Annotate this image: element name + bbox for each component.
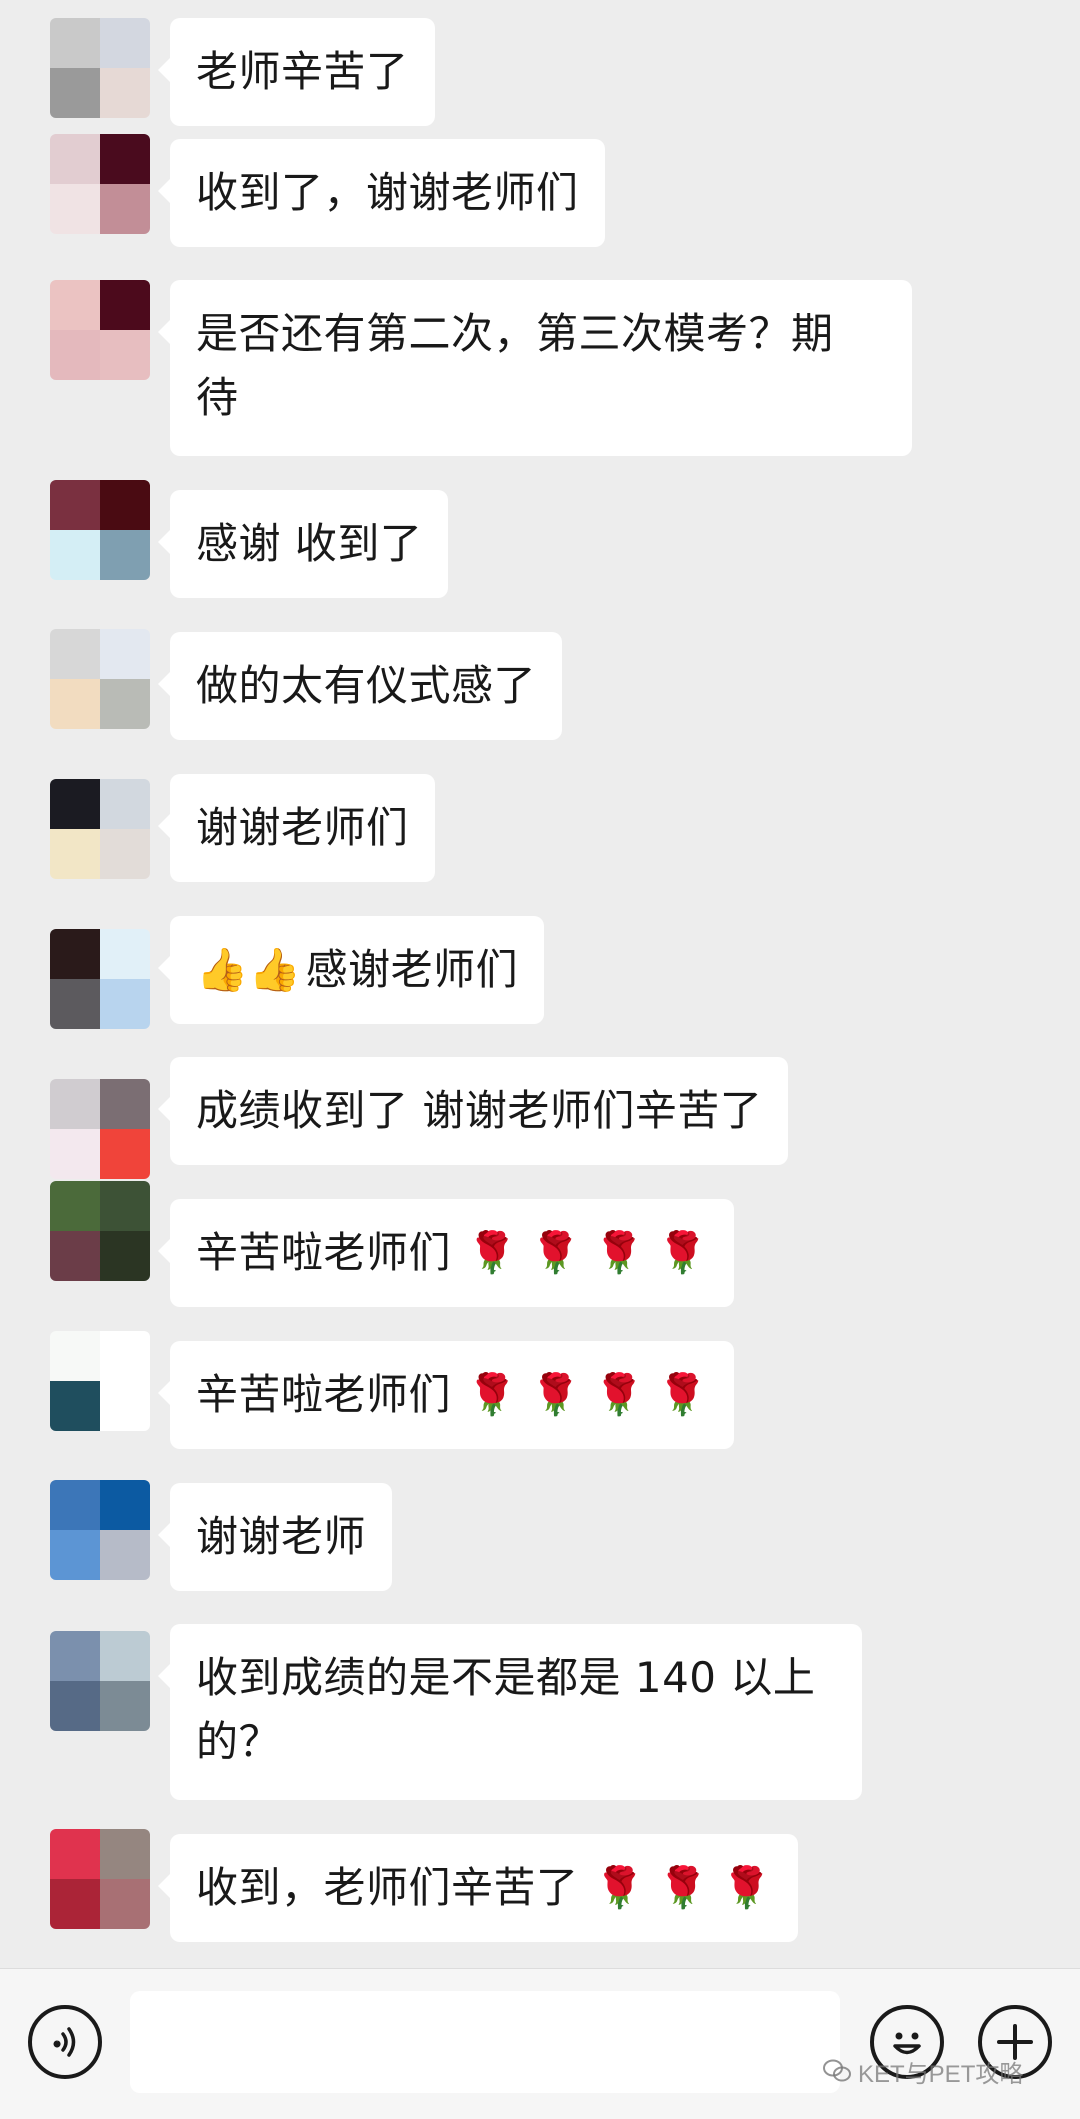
voice-icon xyxy=(53,2027,76,2057)
message-bubble[interactable]: 谢谢老师 xyxy=(157,1483,393,1591)
avatar[interactable] xyxy=(50,1829,150,1929)
avatar[interactable] xyxy=(50,929,150,1029)
wechat-logo-icon xyxy=(823,2059,851,2082)
message-bubble[interactable]: 老师辛苦了 xyxy=(158,18,435,126)
message-bubble[interactable]: 谢谢老师们 xyxy=(158,774,435,882)
message-bubble[interactable]: 是否还有第二次，第三次模考？期 待 xyxy=(158,280,912,456)
message-text: 成绩收到了 谢谢老师们辛苦了 xyxy=(196,1086,763,1135)
message-input[interactable] xyxy=(130,1991,840,2093)
message-bubble[interactable]: 收到成绩的是不是都是 140 以上 的？ xyxy=(158,1624,862,1800)
avatar[interactable] xyxy=(50,629,150,729)
message-bubble[interactable]: 感谢 收到了 xyxy=(157,490,449,598)
message-bubble[interactable]: 👍👍 感谢老师们 xyxy=(157,916,545,1024)
message-bubble[interactable]: 辛苦啦老师们 🌹 🌹 🌹 🌹 xyxy=(158,1199,734,1307)
message-bubble[interactable]: 收到了，谢谢老师们 xyxy=(158,139,605,247)
chat-area[interactable]: 老师辛苦了 收到了，谢谢老师们 是否还有第二次，第三次模考？期 待 感谢 收到了… xyxy=(0,0,1080,1968)
message-text-line: 的？ xyxy=(196,1717,282,1766)
message-bubble[interactable]: 收到，老师们辛苦了 🌹 🌹 🌹 xyxy=(158,1834,798,1942)
avatar[interactable] xyxy=(50,779,150,879)
avatar[interactable] xyxy=(50,280,150,380)
avatar[interactable] xyxy=(50,134,150,234)
input-bar: KET与PET攻略 xyxy=(0,1968,1080,2119)
avatar[interactable] xyxy=(50,1079,150,1179)
message-bubble[interactable]: 成绩收到了 谢谢老师们辛苦了 xyxy=(157,1057,789,1165)
avatar[interactable] xyxy=(50,1331,150,1431)
avatar[interactable] xyxy=(50,1181,150,1281)
avatar[interactable] xyxy=(50,18,150,118)
message-text: 老师辛苦了 xyxy=(196,47,409,96)
message-text-line: 收到成绩的是不是都是 140 以上 xyxy=(196,1653,816,1702)
voice-button[interactable] xyxy=(28,2005,102,2079)
watermark-text: KET与PET攻略 xyxy=(858,2060,1024,2088)
message-text: 谢谢老师 xyxy=(196,1512,367,1561)
rose-icon: 🌹 🌹 🌹 xyxy=(594,1865,772,1911)
message-bubble[interactable]: 辛苦啦老师们 🌹 🌹 🌹 🌹 xyxy=(158,1341,734,1449)
message-text: 感谢老师们 xyxy=(305,945,519,994)
message-bubble[interactable]: 做的太有仪式感了 xyxy=(157,632,563,740)
thumbs-up-icon: 👍👍 xyxy=(196,945,302,994)
avatar[interactable] xyxy=(50,1631,150,1731)
message-text: 收到，老师们辛苦了 xyxy=(196,1863,579,1912)
message-text: 辛苦啦老师们 xyxy=(196,1228,452,1277)
avatar[interactable] xyxy=(50,1480,150,1580)
message-text: 做的太有仪式感了 xyxy=(196,661,537,710)
message-text: 收到了，谢谢老师们 xyxy=(196,168,579,217)
message-text-line: 待 xyxy=(196,373,239,422)
message-text: 辛苦啦老师们 xyxy=(196,1370,452,1419)
watermark: KET与PET攻略 xyxy=(822,2051,1023,2091)
message-text: 谢谢老师们 xyxy=(196,803,409,852)
rose-icon: 🌹 🌹 🌹 🌹 xyxy=(467,1230,708,1276)
rose-icon: 🌹 🌹 🌹 🌹 xyxy=(467,1372,708,1418)
message-text-line: 是否还有第二次，第三次模考？期 xyxy=(196,309,834,358)
avatar[interactable] xyxy=(50,480,150,580)
message-text: 感谢 收到了 xyxy=(196,519,423,568)
